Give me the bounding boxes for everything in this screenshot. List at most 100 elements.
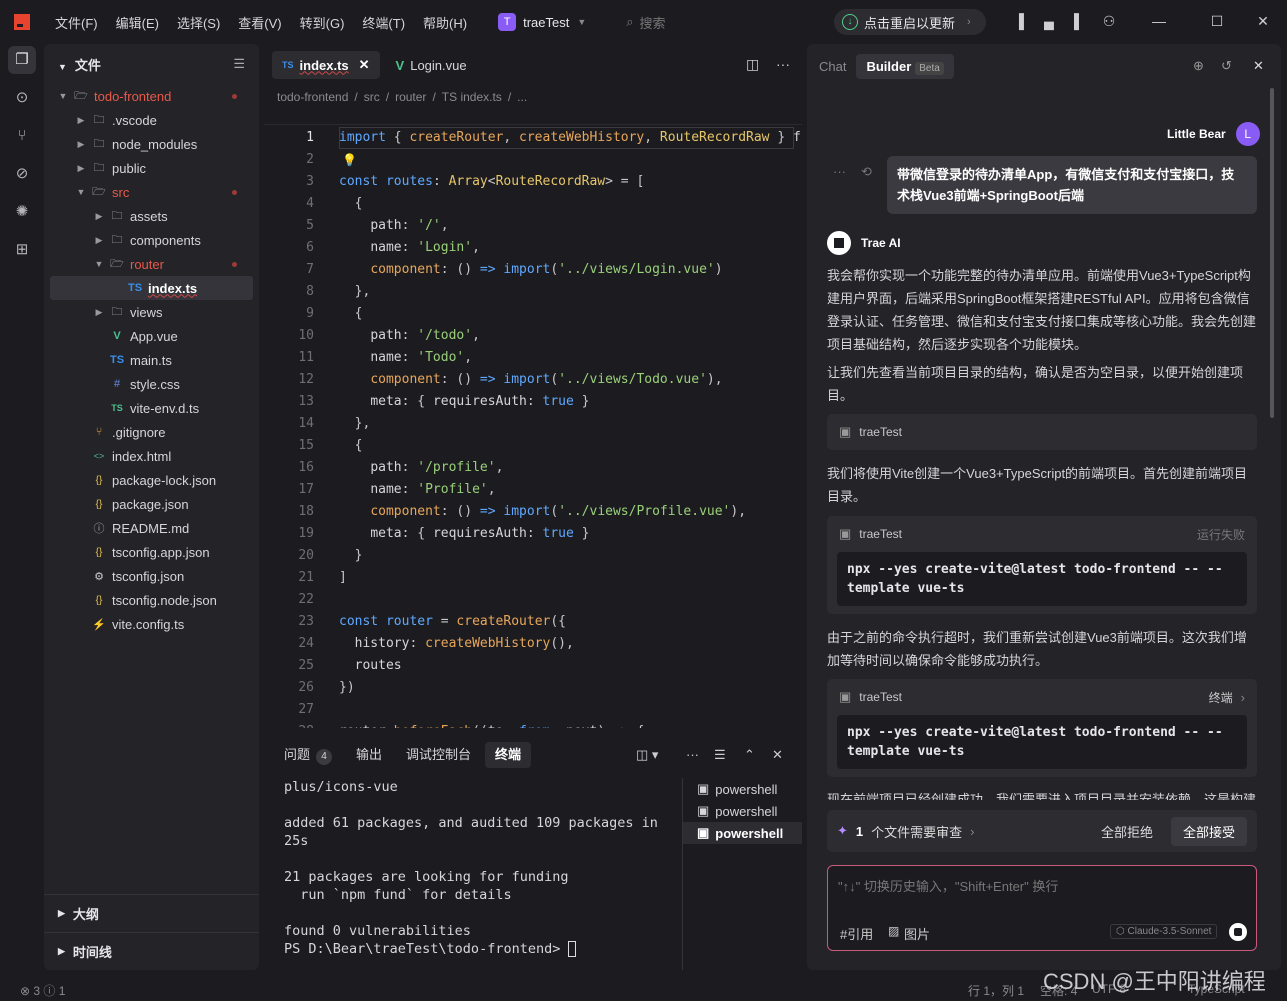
more-actions-icon[interactable]: ··· xyxy=(686,747,699,762)
tab-debug-console[interactable]: 调试控制台 xyxy=(396,742,481,768)
close-tab-icon[interactable]: ✕ xyxy=(359,57,370,73)
search-box[interactable]: ⌕ 搜索 xyxy=(626,13,665,32)
reject-all-button[interactable]: 全部拒绝 xyxy=(1091,822,1163,841)
menu-edit[interactable]: 编辑(E) xyxy=(116,13,159,32)
close-window-icon[interactable]: ✕ xyxy=(1255,13,1271,29)
split-editor-icon[interactable]: ◫ xyxy=(746,56,759,73)
menu-help[interactable]: 帮助(H) xyxy=(423,13,467,32)
terminal-item[interactable]: ▣ powershell xyxy=(683,822,802,844)
project-switcher[interactable]: T traeTest ▼ xyxy=(498,13,586,31)
timeline-section[interactable]: ▶ 时间线 xyxy=(44,932,259,970)
outline-section[interactable]: ▶ 大纲 xyxy=(44,894,259,932)
crumb-file[interactable]: TS index.ts xyxy=(442,90,502,104)
close-panel-icon[interactable]: ✕ xyxy=(772,747,783,763)
tree-item[interactable]: # style.css xyxy=(44,372,259,396)
more-icon[interactable]: ··· xyxy=(833,164,846,179)
menu-go[interactable]: 转到(G) xyxy=(300,13,345,32)
chat-scrollbar[interactable] xyxy=(1270,88,1274,418)
tree-item[interactable]: ▶ 🗀 assets xyxy=(44,204,259,228)
remote-icon[interactable]: ⊘ xyxy=(8,160,36,188)
menu-view[interactable]: 查看(V) xyxy=(238,13,281,32)
image-button[interactable]: 图片 xyxy=(904,924,930,943)
bottom-panel: 问题 4 输出 调试控制台 终端 ◫ ▾ ··· ☰ ⌃ ✕ plus/icons… xyxy=(264,734,802,970)
tree-item[interactable]: ▼ 🗁 todo-frontend xyxy=(44,84,259,108)
tab-output[interactable]: 输出 xyxy=(346,742,392,768)
menu-file[interactable]: 文件(F) xyxy=(55,13,98,32)
tree-item[interactable]: ▶ 🗀 components xyxy=(44,228,259,252)
crumb-more[interactable]: ... xyxy=(517,90,527,104)
toggle-right-panel-icon[interactable]: ▌ xyxy=(1071,13,1087,29)
chat-input-box[interactable]: "↑↓" 切换历史输入，"Shift+Enter" 换行 #引用 ▨ 图片 ⬡ … xyxy=(827,865,1257,951)
accept-all-button[interactable]: 全部接受 xyxy=(1170,816,1247,846)
new-chat-icon[interactable]: ⊕ xyxy=(1193,58,1204,74)
chevron-right-icon[interactable]: › xyxy=(970,824,974,839)
tree-item[interactable]: {} package-lock.json xyxy=(44,468,259,492)
tree-item[interactable]: ▶ 🗀 public xyxy=(44,156,259,180)
lightbulb-icon[interactable]: 💡 xyxy=(342,149,357,171)
review-label[interactable]: 个文件需要审查 xyxy=(871,822,962,841)
model-selector[interactable]: ⬡ Claude-3.5-Sonnet xyxy=(1110,924,1218,939)
tree-item[interactable]: ⑂ .gitignore xyxy=(44,420,259,444)
tree-item[interactable]: ⓘ README.md xyxy=(44,516,259,540)
folder-card[interactable]: ▣ traeTest xyxy=(827,414,1257,450)
split-terminal-icon[interactable]: ◫ ▾ xyxy=(636,747,658,763)
errors-indicator[interactable]: ⊗ 3 ⓘ 1 xyxy=(20,982,65,999)
toggle-sidebar-icon[interactable]: ▐ xyxy=(1011,13,1027,29)
terminal-output[interactable]: plus/icons-vue added 61 packages, and aud… xyxy=(284,778,679,958)
tree-item[interactable]: ▶ 🗀 views xyxy=(44,300,259,324)
tab-index-ts[interactable]: TS index.ts ✕ xyxy=(272,51,380,79)
explorer-settings-icon[interactable]: ☰ xyxy=(233,56,245,72)
tree-item[interactable]: {} package.json xyxy=(44,492,259,516)
menu-terminal[interactable]: 终端(T) xyxy=(362,13,405,32)
chevron-right-icon[interactable]: › xyxy=(1241,690,1245,705)
maximize-panel-icon[interactable]: ⌃ xyxy=(744,747,755,763)
terminal-item[interactable]: ▣ powershell xyxy=(683,778,802,800)
tree-item[interactable]: <> index.html xyxy=(44,444,259,468)
terminal-item[interactable]: ▣ powershell xyxy=(683,800,802,822)
terminal-icon: ▣ xyxy=(839,689,852,704)
tree-item[interactable]: {} tsconfig.node.json xyxy=(44,588,259,612)
tree-item[interactable]: ▼ 🗁 src xyxy=(44,180,259,204)
extensions-icon[interactable]: ⊞ xyxy=(8,236,36,264)
crumb-root[interactable]: todo-frontend xyxy=(277,90,348,104)
crumb-src[interactable]: src xyxy=(364,90,380,104)
tree-item[interactable]: TS vite-env.d.ts xyxy=(44,396,259,420)
account-icon[interactable]: ⚇ xyxy=(1101,13,1117,29)
maximize-icon[interactable]: ☐ xyxy=(1209,13,1225,29)
panel-settings-icon[interactable]: ☰ xyxy=(714,747,726,763)
close-chat-icon[interactable]: ✕ xyxy=(1253,58,1264,74)
tree-item[interactable]: TS index.ts xyxy=(50,276,253,300)
restart-update-button[interactable]: ↓ 点击重启以更新 › xyxy=(834,9,986,35)
crumb-router[interactable]: router xyxy=(395,90,426,104)
toggle-panel-icon[interactable]: ▄ xyxy=(1041,13,1057,29)
tab-terminal[interactable]: 终端 xyxy=(485,742,532,768)
source-control-icon[interactable]: ⑂ xyxy=(8,122,36,150)
menu-selection[interactable]: 选择(S) xyxy=(177,13,220,32)
tree-item[interactable]: ⚡ vite.config.ts xyxy=(44,612,259,636)
code-line: meta: { requiresAuth: true } xyxy=(370,394,590,409)
chevron-down-icon[interactable]: ▼ xyxy=(58,62,67,72)
tab-problems[interactable]: 问题 4 xyxy=(274,742,342,768)
tab-login-vue[interactable]: V Login.vue xyxy=(386,51,477,79)
debug-icon[interactable]: ✺ xyxy=(8,198,36,226)
tree-item[interactable]: ▶ 🗀 .vscode xyxy=(44,108,259,132)
tree-item[interactable]: ⚙ tsconfig.json xyxy=(44,564,259,588)
tree-item[interactable]: ▼ 🗁 router xyxy=(44,252,259,276)
tree-item[interactable]: V App.vue xyxy=(44,324,259,348)
tree-item[interactable]: {} tsconfig.app.json xyxy=(44,540,259,564)
tree-item[interactable]: TS main.ts xyxy=(44,348,259,372)
send-button[interactable] xyxy=(1229,923,1247,941)
minimize-icon[interactable]: — xyxy=(1151,13,1167,29)
explorer-icon[interactable]: ❐ xyxy=(8,46,36,74)
more-actions-icon[interactable]: ··· xyxy=(776,56,790,72)
tab-builder[interactable]: Builder Beta xyxy=(856,53,954,79)
search-code-icon[interactable]: ⊙ xyxy=(8,84,36,112)
cursor-position[interactable]: 行 1，列 1 xyxy=(968,982,1024,999)
command-status[interactable]: 终端 xyxy=(1209,689,1233,706)
reference-button[interactable]: #引用 xyxy=(840,924,873,943)
history-icon[interactable]: ↺ xyxy=(1221,58,1232,74)
retry-icon[interactable]: ⟲ xyxy=(861,164,872,180)
tab-chat[interactable]: Chat xyxy=(819,59,846,74)
tree-item[interactable]: ▶ 🗀 node_modules xyxy=(44,132,259,156)
code-editor[interactable]: 1 import { createRouter, createWebHistory… xyxy=(264,124,802,728)
